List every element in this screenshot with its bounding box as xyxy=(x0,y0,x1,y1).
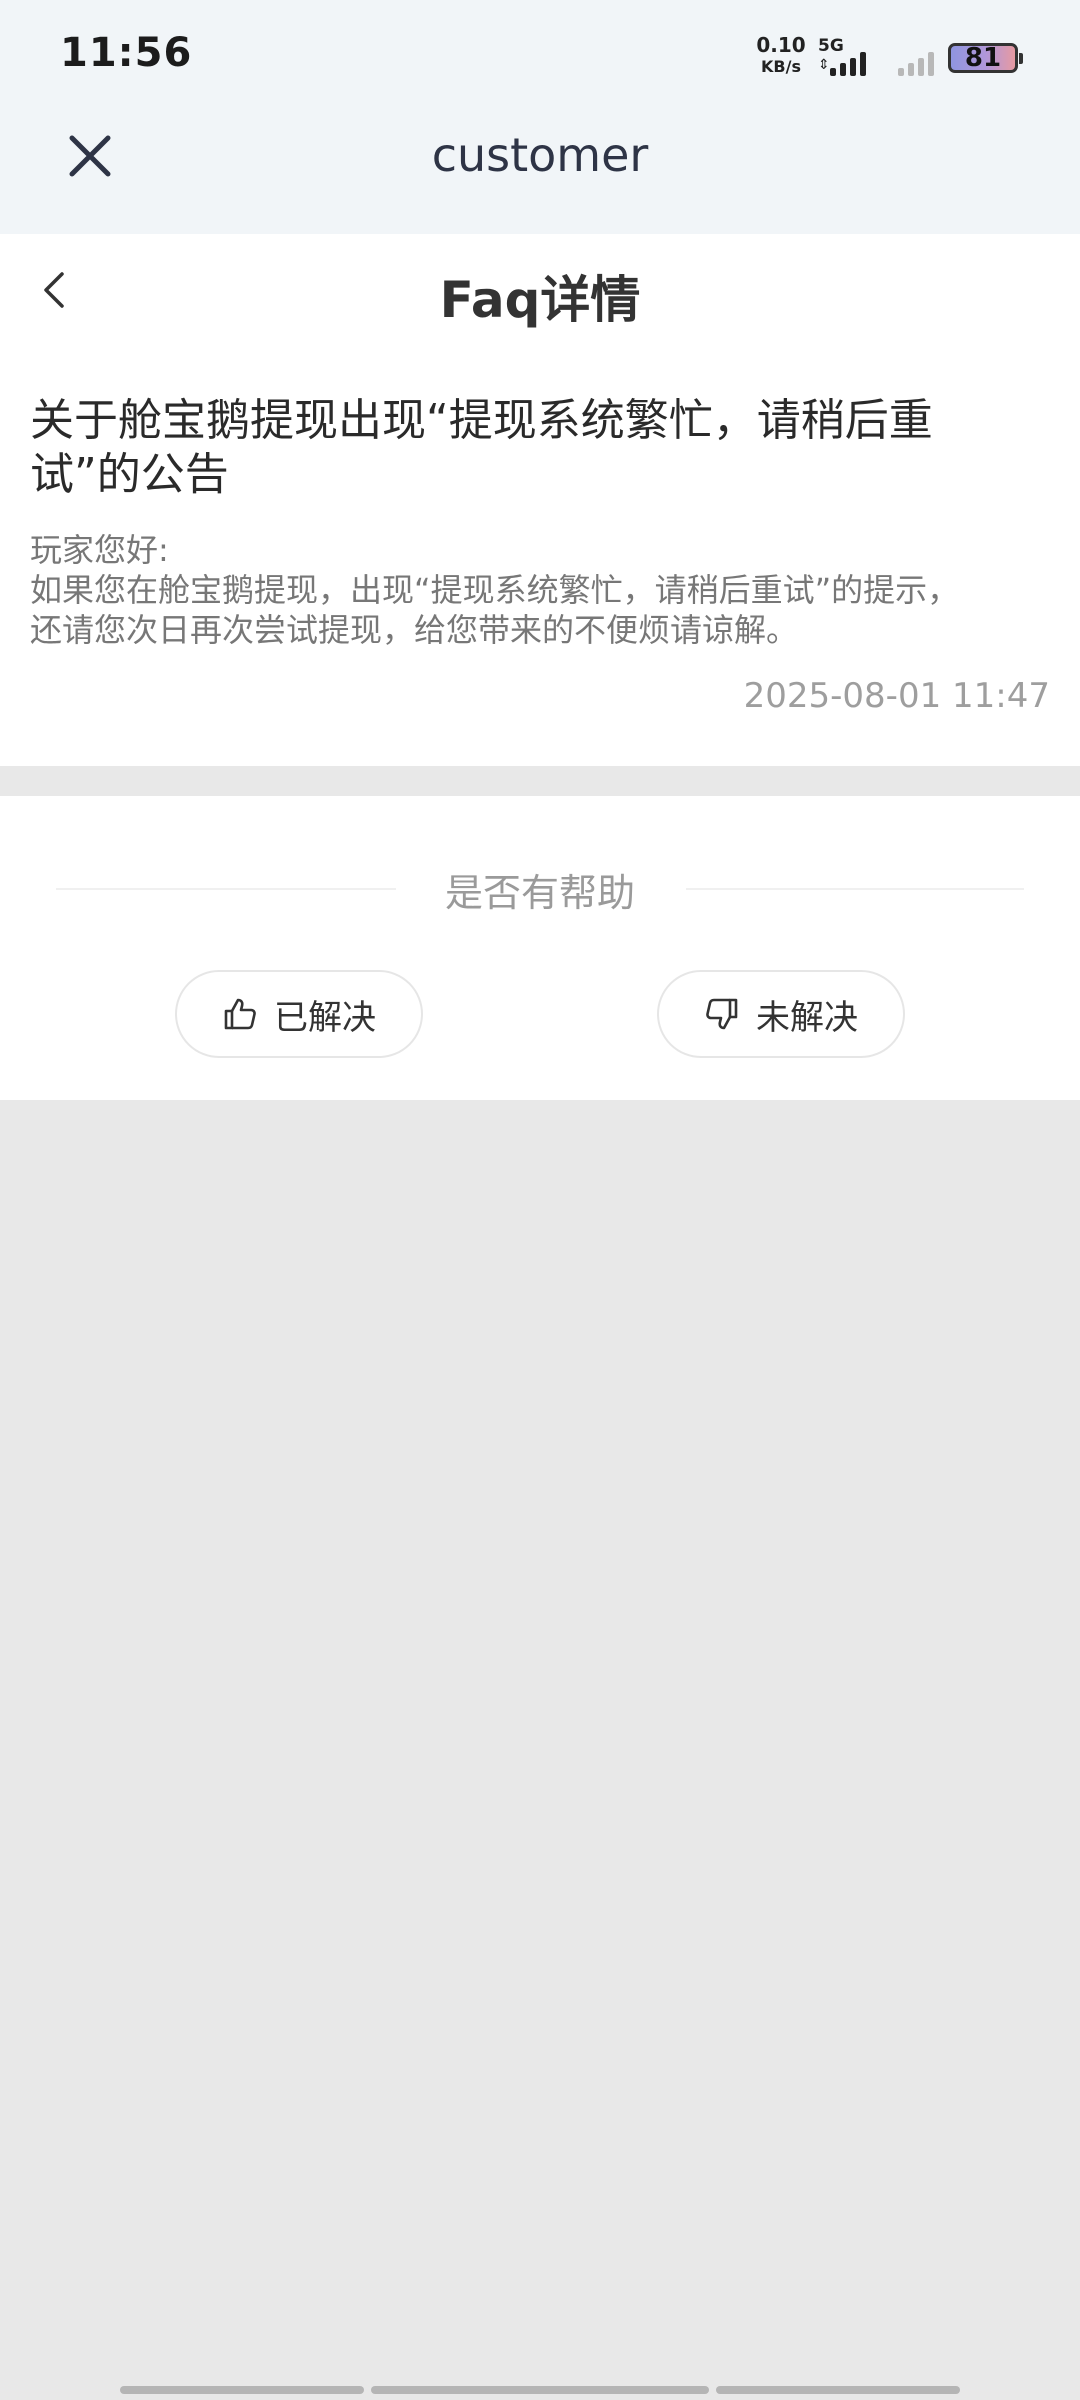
thumbs-up-icon xyxy=(224,998,256,1030)
unsolved-button[interactable]: 未解决 xyxy=(657,970,905,1058)
thumbs-down-icon xyxy=(706,998,738,1030)
battery-icon: 81 xyxy=(948,43,1018,73)
net-speed: 0.10 KB/s xyxy=(756,34,806,78)
faq-title-line: 试”的公告 xyxy=(30,449,229,500)
solved-label: 已解决 xyxy=(274,997,376,1038)
status-bar: 11:56 0.10 KB/s 5G ⇕ 81 xyxy=(0,0,1080,112)
unsolved-label: 未解决 xyxy=(756,997,858,1038)
gesture-bar-segment xyxy=(371,2386,709,2394)
battery-tip xyxy=(1019,53,1023,64)
faq-body-line: 如果您在舱宝鹅提现，出现“提现系统繁忙，请稍后重试”的提示， xyxy=(30,571,960,609)
net-speed-unit: KB/s xyxy=(761,57,801,76)
gesture-bar-segment xyxy=(716,2386,960,2394)
chevron-left-icon xyxy=(44,272,64,308)
data-arrows-icon: ⇕ xyxy=(818,57,830,73)
faq-title: 关于舱宝鹅提现出现“提现系统繁忙，请稍后重 试”的公告 xyxy=(30,394,1050,502)
solved-button[interactable]: 已解决 xyxy=(175,970,423,1058)
back-button[interactable] xyxy=(32,260,76,320)
top-area: 11:56 0.10 KB/s 5G ⇕ 81 customer xyxy=(0,0,1080,234)
faq-body: 玩家您好: 如果您在舱宝鹅提现，出现“提现系统繁忙，请稍后重试”的提示， 还请您… xyxy=(30,530,1060,650)
faq-date: 2025-08-01 11:47 xyxy=(743,676,1050,716)
webview-title: customer xyxy=(431,128,649,182)
feedback-card xyxy=(0,796,1080,1100)
signal-bars-icon xyxy=(830,48,866,76)
signal-bars-gray-icon xyxy=(898,48,934,76)
faq-title-line: 关于舱宝鹅提现出现“提现系统繁忙，请稍后重 xyxy=(30,395,933,446)
battery-level: 81 xyxy=(964,43,1002,73)
close-button[interactable] xyxy=(62,128,118,184)
net-speed-value: 0.10 xyxy=(756,33,806,57)
close-x-icon xyxy=(69,135,111,177)
faq-body-line: 玩家您好: xyxy=(30,531,169,569)
gesture-bar-segment xyxy=(120,2386,364,2394)
faq-body-line: 还请您次日再次尝试提现，给您带来的不便烦请谅解。 xyxy=(30,611,799,649)
helpful-question: 是否有帮助 xyxy=(444,871,635,915)
status-time: 11:56 xyxy=(60,30,193,76)
